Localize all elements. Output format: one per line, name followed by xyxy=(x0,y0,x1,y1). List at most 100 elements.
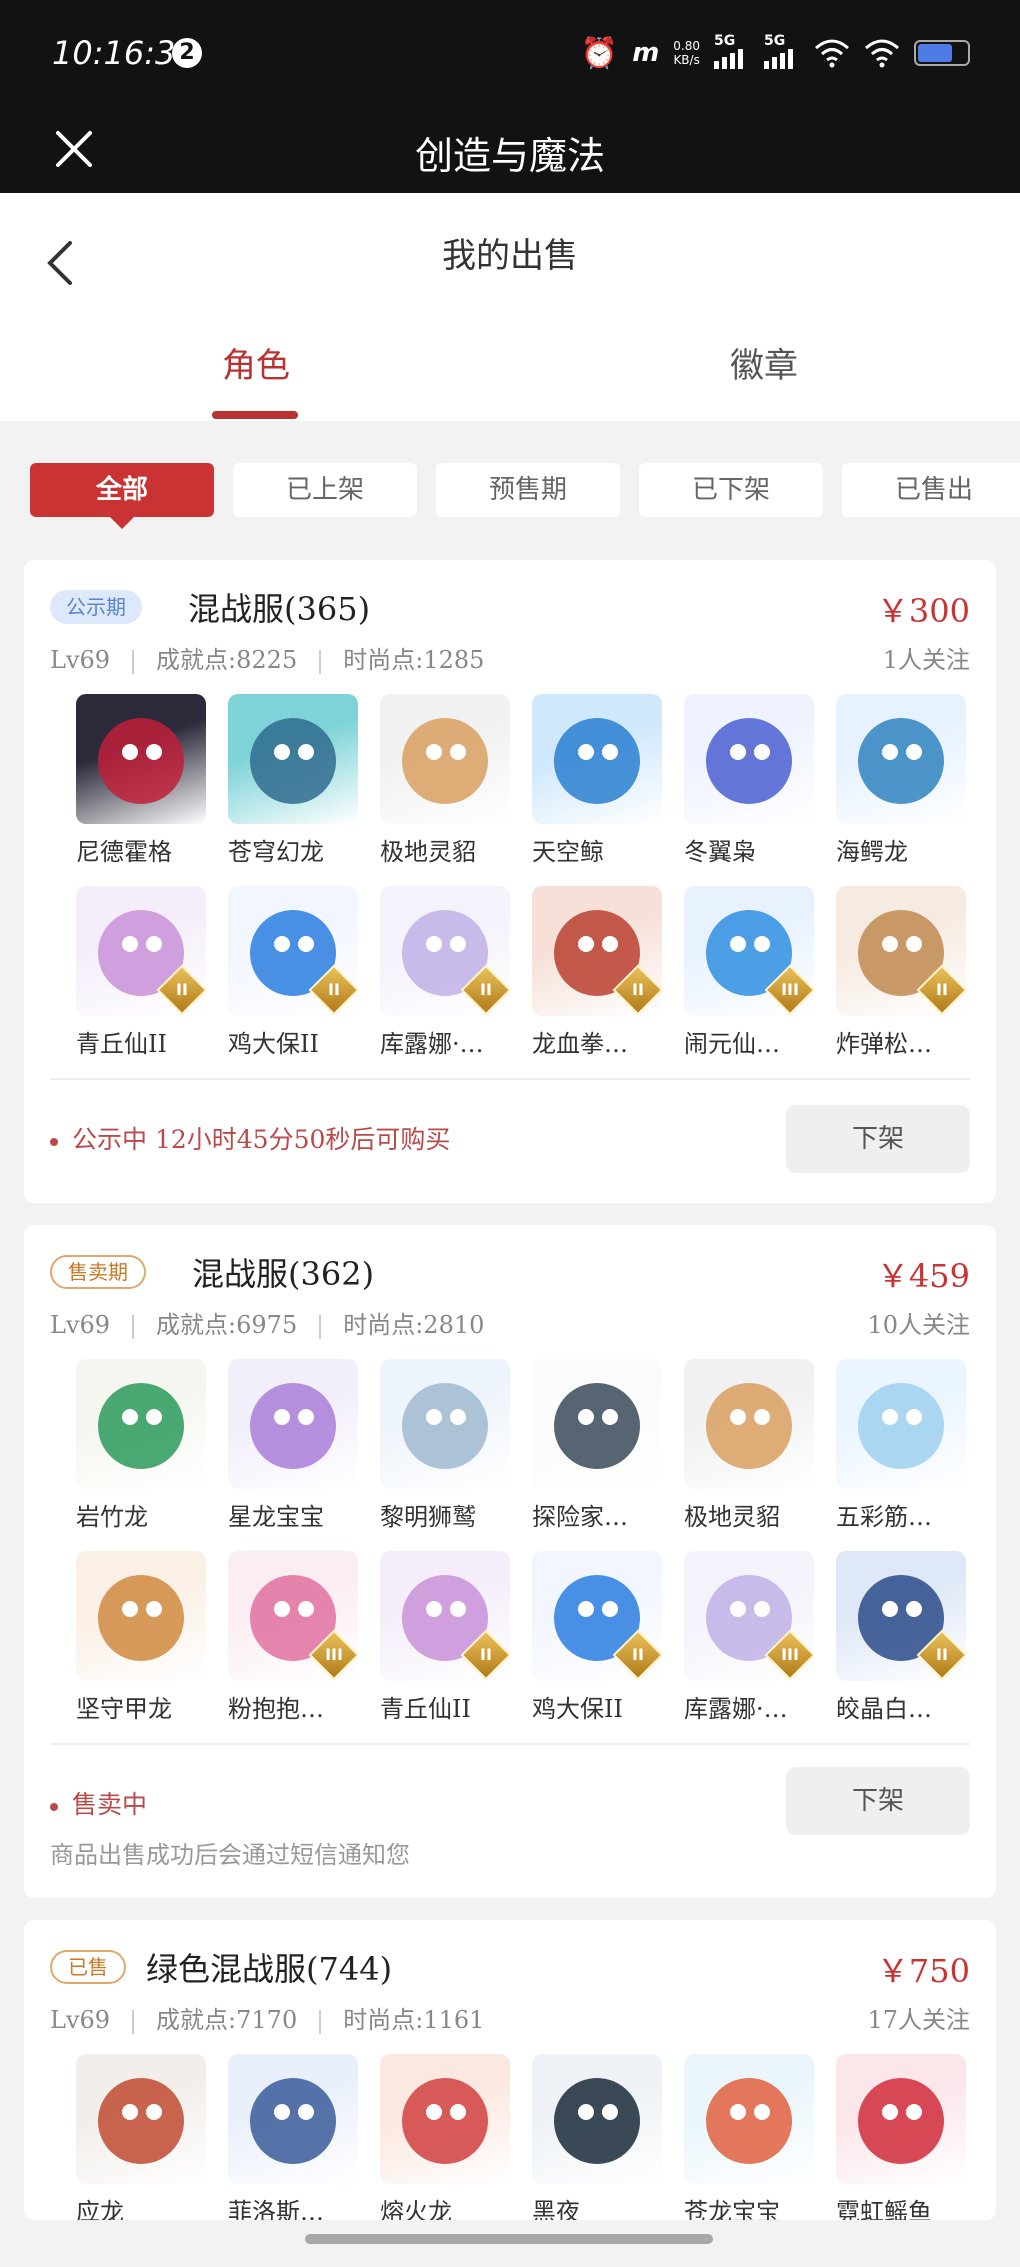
shovel-icon xyxy=(532,1359,662,1489)
pet-item[interactable]: II 青丘仙II xyxy=(354,1551,510,1741)
ice-dragon-icon xyxy=(228,2054,358,2184)
sms-notice: 商品出售成功后会通过短信通知您 xyxy=(50,1841,410,1869)
status-note: 售卖中 xyxy=(50,1785,147,1821)
filter-listed[interactable]: 已上架 xyxy=(233,463,417,517)
pet-item[interactable]: 菲洛斯… xyxy=(202,2054,358,2220)
rank-label: III xyxy=(781,980,799,999)
achievement-points: 成就点:6975 xyxy=(156,1311,298,1339)
listing-header: 公示期 混战服(365) ￥300 Lv69 成就点:8225 时尚点:1285 1… xyxy=(50,584,970,694)
teal-dragon-icon xyxy=(228,694,358,824)
pet-item[interactable]: 极地灵貂 xyxy=(354,694,510,884)
white-fairy-icon: II xyxy=(380,886,510,1016)
sky-whale-icon xyxy=(532,694,662,824)
achievement-points: 成就点:7170 xyxy=(156,2006,298,2034)
pet-item[interactable]: III 库露娜·… xyxy=(658,1551,814,1741)
pet-item[interactable]: 黑夜 xyxy=(506,2054,662,2220)
listing-header: 售卖期 混战服(362) ￥459 Lv69 成就点:6975 时尚点:2810 1… xyxy=(50,1249,970,1359)
pet-item[interactable]: II 鸡大保II xyxy=(506,1551,662,1741)
pet-grid: 岩竹龙 星龙宝宝 黎明狮鹫 探险家… 极地灵貂 五彩筋… 坚守甲龙 III 粉抱抱… II 青丘仙I… xyxy=(50,1359,970,1739)
squirrel-icon: II xyxy=(836,886,966,1016)
filter-presale[interactable]: 预售期 xyxy=(436,463,620,517)
pet-item[interactable]: II 皎晶白… xyxy=(810,1551,966,1741)
pink-bear-icon: III xyxy=(228,1551,358,1681)
pet-item[interactable]: 星龙宝宝 xyxy=(202,1359,358,1549)
status-note-text: 售卖中 xyxy=(72,1790,148,1819)
network-speed-unit: KB/s xyxy=(673,53,700,67)
pet-name: 霓虹鳐鱼 xyxy=(836,2198,932,2220)
pet-name: 青丘仙II xyxy=(76,1030,167,1058)
battery-icon xyxy=(914,40,970,66)
pet-item[interactable]: 应龙 xyxy=(50,2054,206,2220)
pet-item[interactable]: 尼德霍格 xyxy=(50,694,206,884)
pet-item[interactable]: 黎明狮鹫 xyxy=(354,1359,510,1549)
fire-dragon-icon xyxy=(380,2054,510,2184)
pet-name: 鸡大保II xyxy=(532,1695,623,1723)
pet-item[interactable]: III 闹元仙… xyxy=(658,886,814,1076)
pet-item[interactable]: II 鸡大保II xyxy=(202,886,358,1076)
achievement-points: 成就点:8225 xyxy=(156,646,298,674)
bamboo-dragon-icon xyxy=(76,1359,206,1489)
pet-item[interactable]: 苍龙宝宝 xyxy=(658,2054,814,2220)
pet-item[interactable]: 天空鲸 xyxy=(506,694,662,884)
rank-label: II xyxy=(936,1645,948,1664)
pet-item[interactable]: 海鳄龙 xyxy=(810,694,966,884)
followers-count: 17人关注 xyxy=(867,2006,970,2034)
rank-label: II xyxy=(632,1645,644,1664)
pet-item[interactable]: 霓虹鳐鱼 xyxy=(810,2054,966,2220)
divider xyxy=(50,1078,970,1080)
snow-owl-icon xyxy=(684,694,814,824)
filter-delisted[interactable]: 已下架 xyxy=(639,463,823,517)
pet-item[interactable]: 苍穹幻龙 xyxy=(202,694,358,884)
pet-item[interactable]: 极地灵貂 xyxy=(658,1359,814,1549)
blue-dog-icon: III xyxy=(684,886,814,1016)
pet-item[interactable]: 冬翼枭 xyxy=(658,694,814,884)
neon-ray-icon xyxy=(836,2054,966,2184)
listing-card[interactable]: 售卖期 混战服(362) ￥459 Lv69 成就点:6975 时尚点:2810 1… xyxy=(24,1225,996,1898)
page-title: 我的出售 xyxy=(442,236,578,276)
white-tiger-icon: II xyxy=(836,1551,966,1681)
app-title-bar: 创造与魔法 xyxy=(0,105,1020,193)
status-icons: ⏰ m 0.80 KB/s 5G 5G xyxy=(581,28,970,78)
rank-label: II xyxy=(176,980,188,999)
star-dragon-icon xyxy=(228,1359,358,1489)
filter-sold[interactable]: 已售出 xyxy=(842,463,1020,517)
listing-card[interactable]: 公示期 混战服(365) ￥300 Lv69 成就点:8225 时尚点:1285 1… xyxy=(24,560,996,1203)
pet-name: 苍穹幻龙 xyxy=(228,838,324,866)
active-tab-indicator xyxy=(212,411,298,419)
delist-button[interactable]: 下架 xyxy=(786,1105,970,1173)
pet-name: 闹元仙… xyxy=(684,1030,780,1058)
app-title: 创造与魔法 xyxy=(414,134,605,178)
rank-label: II xyxy=(328,980,340,999)
home-indicator[interactable] xyxy=(305,2234,713,2244)
fashion-points: 时尚点:1161 xyxy=(343,2006,485,2034)
pet-item[interactable]: II 龙血拳… xyxy=(506,886,662,1076)
level: Lv69 xyxy=(50,1311,111,1339)
pet-name: 探险家… xyxy=(532,1503,628,1531)
armor-dragon-icon xyxy=(76,1551,206,1681)
pet-name: 黎明狮鹫 xyxy=(380,1503,476,1531)
pet-item[interactable]: II 青丘仙II xyxy=(50,886,206,1076)
pet-item[interactable]: 坚守甲龙 xyxy=(50,1551,206,1741)
listing-card[interactable]: 已售 绿色混战服(744) ￥750 Lv69 成就点:7170 时尚点:1161 … xyxy=(24,1920,996,2220)
rank-label: III xyxy=(781,1645,799,1664)
signal-icon: 5G xyxy=(764,33,800,69)
pet-item[interactable]: 探险家… xyxy=(506,1359,662,1549)
pet-item[interactable]: 熔火龙 xyxy=(354,2054,510,2220)
sea-dragon-icon xyxy=(836,694,966,824)
pet-item[interactable]: II 库露娜·… xyxy=(354,886,510,1076)
signal-label: 5G xyxy=(764,33,786,49)
status-note: 公示中 12小时45分50秒后可购买 xyxy=(50,1120,450,1156)
filter-bar: 全部 已上架 预售期 已下架 已售出 xyxy=(0,463,1020,529)
tab-badges[interactable]: 徽章 xyxy=(730,338,798,387)
divider xyxy=(50,1743,970,1745)
signal-icon: 5G xyxy=(714,33,750,69)
pet-name: 天空鲸 xyxy=(532,838,604,866)
pet-item[interactable]: 五彩筋… xyxy=(810,1359,966,1549)
pet-item[interactable]: II 炸弹松… xyxy=(810,886,966,1076)
filter-all[interactable]: 全部 xyxy=(30,463,214,529)
delist-button[interactable]: 下架 xyxy=(786,1767,970,1835)
notification-badge: 2 xyxy=(172,38,202,68)
tab-roles[interactable]: 角色 xyxy=(222,338,290,387)
pet-item[interactable]: 岩竹龙 xyxy=(50,1359,206,1549)
pet-item[interactable]: III 粉抱抱… xyxy=(202,1551,358,1741)
